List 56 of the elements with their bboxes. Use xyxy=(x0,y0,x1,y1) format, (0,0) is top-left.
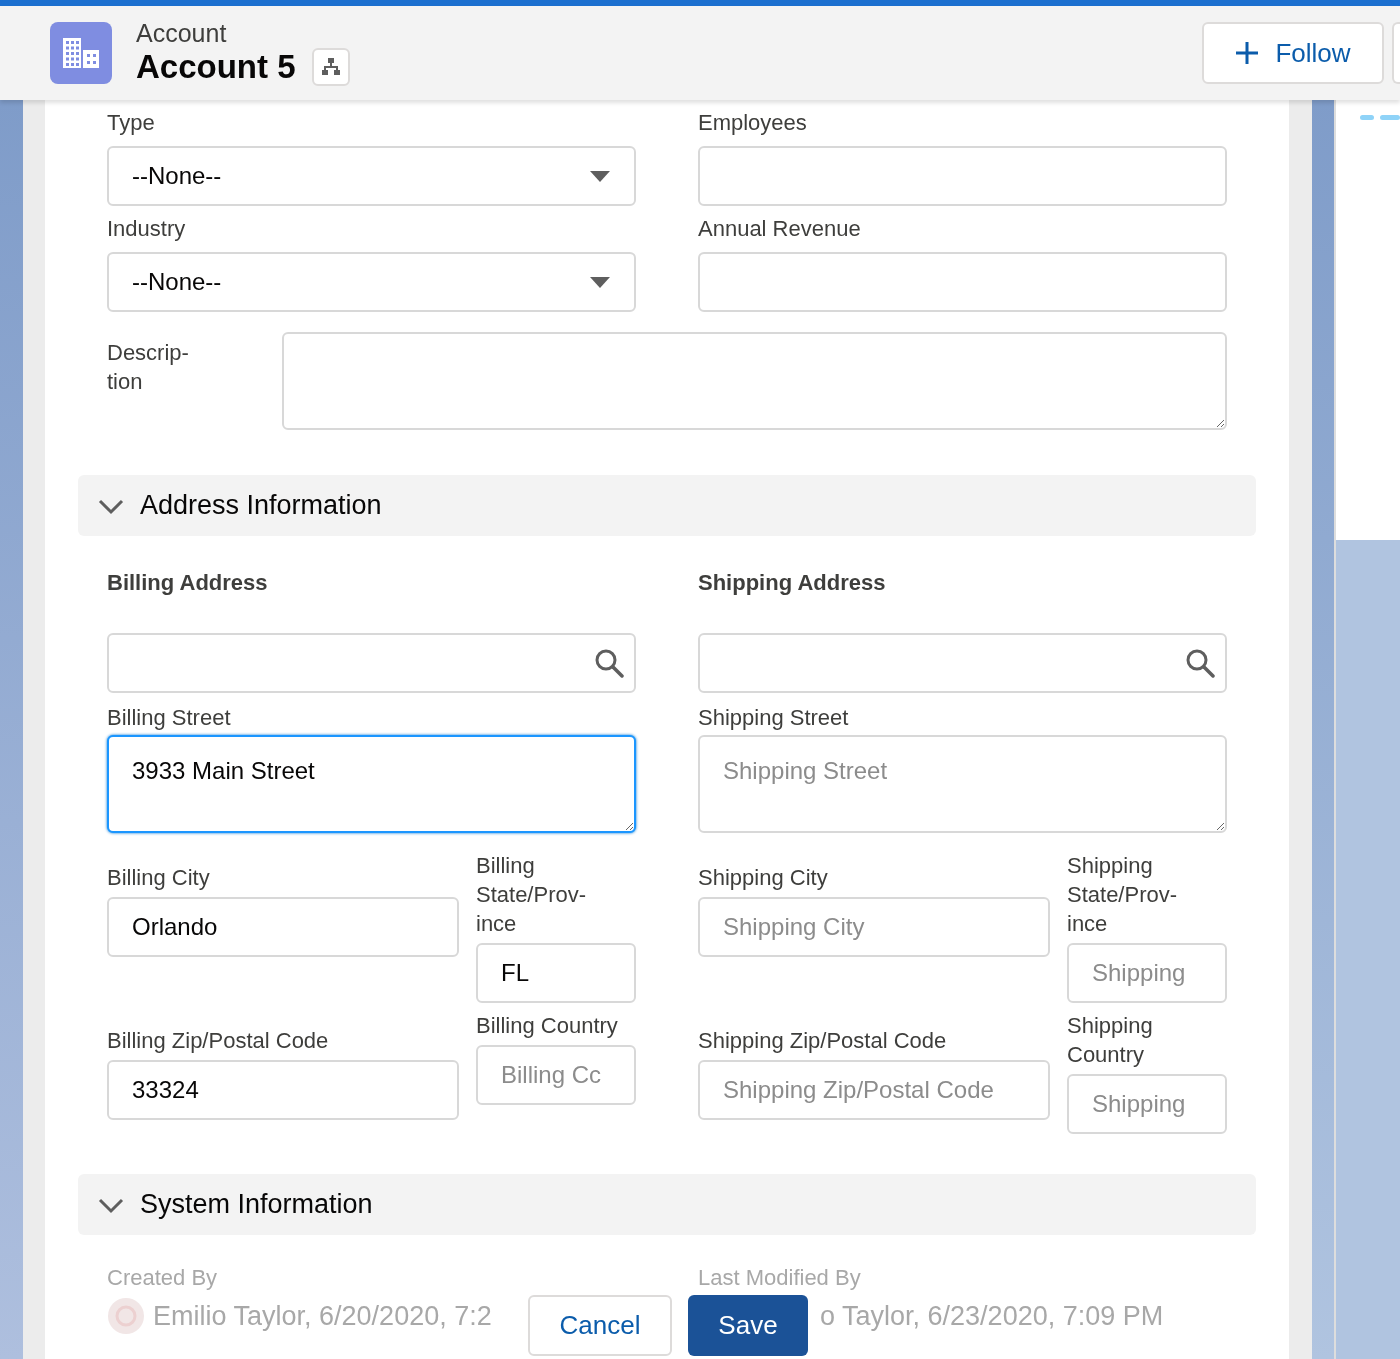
caret-icon xyxy=(589,275,611,289)
state-field[interactable]: FL xyxy=(476,943,636,1003)
field-label: Shipping City xyxy=(698,864,829,892)
street-field[interactable]: 3933 Main Street xyxy=(107,735,636,833)
country-field[interactable]: Billing Cc xyxy=(476,1045,636,1105)
select-field[interactable]: --None-- xyxy=(107,252,636,312)
field-label: Type xyxy=(107,109,156,137)
search-field[interactable] xyxy=(107,633,636,693)
street-field[interactable]: Shipping Street xyxy=(698,735,1227,833)
field-value: o Taylor, 6/23/2020, 7:09 PM xyxy=(820,1300,1164,1333)
field-label: Billing Country xyxy=(476,1012,619,1040)
zip-field[interactable]: Shipping Zip/Postal Code xyxy=(698,1060,1050,1120)
city-field[interactable]: Orlando xyxy=(107,897,459,957)
search-icon xyxy=(1185,648,1215,678)
input-field[interactable] xyxy=(698,146,1227,206)
state-field[interactable]: Shipping xyxy=(1067,943,1227,1003)
field-label: Billing Street xyxy=(107,704,232,732)
hierarchy-button[interactable] xyxy=(311,47,350,86)
dashes-icon xyxy=(1360,115,1400,121)
city-field[interactable]: Shipping City xyxy=(698,897,1050,957)
caret-icon xyxy=(589,169,611,183)
section-subtitle: Shipping Address xyxy=(698,569,887,597)
field-label: Shipping Street xyxy=(698,704,850,732)
description-field[interactable] xyxy=(282,332,1227,430)
field-label: Employees xyxy=(698,109,808,137)
record-title: Account 5 xyxy=(136,48,296,85)
zip-field[interactable]: 33324 xyxy=(107,1060,459,1120)
hierarchy-icon xyxy=(320,56,341,77)
field-label: Shipping Zip/Postal Code xyxy=(698,1027,948,1055)
field-label: Industry xyxy=(107,215,187,243)
field-label: Created By xyxy=(107,1264,219,1292)
search-icon xyxy=(594,648,624,678)
section-header[interactable]: System Information xyxy=(78,1174,1256,1235)
object-type: Account xyxy=(136,20,228,48)
building-icon xyxy=(50,22,112,84)
field-label: Billing Zip/Postal Code xyxy=(107,1027,330,1055)
section-subtitle: Billing Address xyxy=(107,569,269,597)
search-field[interactable] xyxy=(698,633,1227,693)
field-label: Shipping State/Prov-ince xyxy=(1067,852,1179,938)
button[interactable] xyxy=(1392,22,1400,84)
field-label: Annual Revenue xyxy=(698,215,862,243)
cancel-button[interactable]: Cancel xyxy=(528,1295,672,1356)
section-header[interactable]: Address Information xyxy=(78,475,1256,536)
plus-icon xyxy=(1235,41,1260,65)
input-field[interactable] xyxy=(698,252,1227,312)
country-field[interactable]: Shipping xyxy=(1067,1074,1227,1134)
field-label: Shipping Country xyxy=(1067,1012,1154,1069)
field-value: Emilio Taylor, 6/20/2020, 7:2 xyxy=(153,1300,492,1333)
select-field[interactable]: --None-- xyxy=(107,146,636,206)
field-label: Billing City xyxy=(107,864,211,892)
field-label: Billing State/Prov-ince xyxy=(476,852,588,938)
field-label: Last Modified By xyxy=(698,1264,862,1292)
avatar-icon xyxy=(107,1297,145,1336)
follow-button[interactable]: Follow xyxy=(1202,22,1384,84)
save-button[interactable]: Save xyxy=(688,1295,808,1356)
field-label: Descrip-tion xyxy=(107,339,190,396)
